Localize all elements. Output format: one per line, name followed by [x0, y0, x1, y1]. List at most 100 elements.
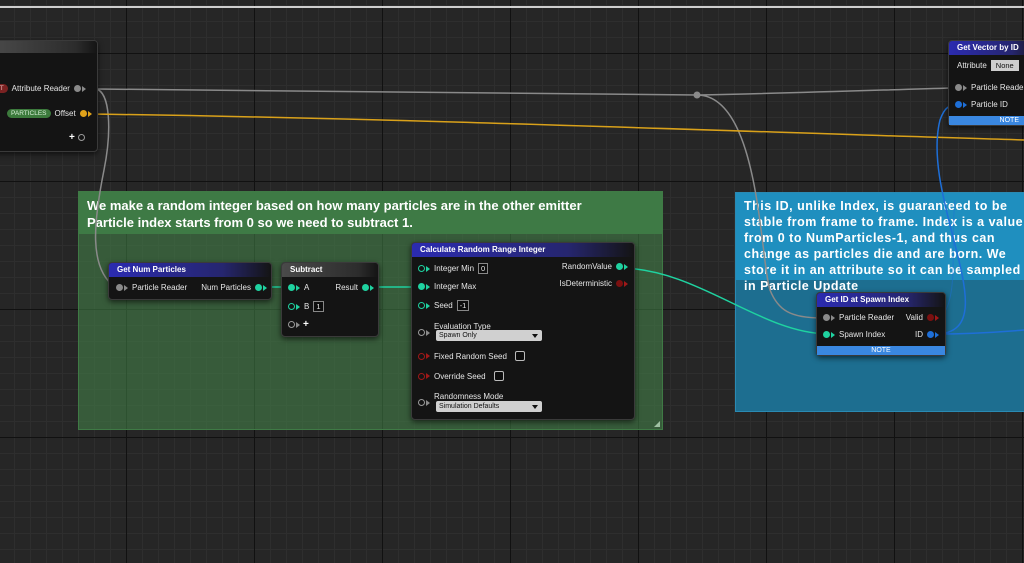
valid-pin[interactable]	[927, 314, 934, 321]
pin-seed: Seed -1	[418, 300, 470, 311]
pin-arrow-icon	[935, 331, 939, 338]
attribute-label: Attribute	[957, 61, 987, 70]
result-label: Result	[335, 283, 358, 292]
randomness-mode-dropdown[interactable]: Simulation Defaults	[436, 401, 542, 412]
pin-arrow-icon	[624, 263, 628, 270]
integer-max-pin[interactable]	[418, 283, 425, 290]
evaluation-type-value: Spawn Only	[439, 332, 477, 339]
spawn-index-pin[interactable]	[823, 331, 830, 338]
pin-arrow-icon	[296, 321, 300, 328]
seed-input[interactable]: -1	[456, 300, 470, 311]
fixed-random-seed-pin[interactable]	[418, 352, 425, 360]
randomness-mode-value: Simulation Defaults	[439, 403, 500, 410]
integer-min-pin[interactable]	[418, 265, 425, 272]
pin-result: Result	[331, 283, 374, 292]
pin-id: ID	[911, 330, 939, 339]
pin-arrow-icon	[87, 110, 92, 117]
note-bar[interactable]: NOTE	[949, 116, 1024, 125]
num-particles-pin[interactable]	[255, 284, 262, 291]
wire-attribute-reader-to-vector	[696, 87, 953, 96]
pin-arrow-icon	[426, 399, 430, 406]
node-get-num-particles[interactable]: Get Num Particles Particle Reader Num Pa…	[108, 262, 272, 300]
chevron-down-icon	[532, 334, 538, 338]
pin-row-attribute-reader: UT Attribute Reader	[0, 84, 86, 93]
pin-attribute: Attribute None	[957, 60, 1019, 71]
particle-reader-pin[interactable]	[955, 84, 962, 91]
pin-arrow-icon	[370, 284, 374, 291]
evaluation-type-dropdown[interactable]: Spawn Only	[436, 330, 542, 341]
pin-num-particles-out: Num Particles	[197, 283, 267, 292]
particle-id-label: Particle ID	[971, 100, 1008, 109]
is-deterministic-pin[interactable]	[616, 280, 623, 287]
node-title[interactable]: Calculate Random Range Integer	[412, 243, 634, 257]
override-seed-pin[interactable]	[418, 372, 425, 380]
add-pin-icon[interactable]: +	[69, 132, 75, 143]
seed-label: Seed	[434, 301, 453, 310]
add-pin[interactable]	[288, 321, 295, 328]
reroute-node	[693, 91, 701, 99]
pin-a: A	[288, 283, 313, 292]
namespace-badge: UT	[0, 84, 8, 93]
add-pin-icon[interactable]: +	[303, 319, 309, 330]
particle-id-pin[interactable]	[955, 101, 962, 108]
randomness-mode-pin[interactable]	[418, 399, 425, 406]
integer-min-input[interactable]: 0	[478, 263, 489, 274]
offset-pin[interactable]	[79, 110, 87, 117]
pin-fixed-random-seed: Fixed Random Seed	[418, 351, 525, 361]
chevron-down-icon	[532, 405, 538, 409]
attribute-value-input[interactable]: None	[990, 60, 1019, 71]
particle-reader-pin[interactable]	[116, 284, 123, 291]
pin-arrow-icon	[624, 280, 628, 287]
override-seed-checkbox[interactable]	[493, 371, 504, 381]
randomness-mode-label: Randomness Mode	[434, 392, 504, 401]
pin-integer-max: Integer Max	[418, 282, 480, 291]
node-get-vector-by-id[interactable]: Get Vector by ID Attribute None Particle…	[948, 40, 1024, 126]
a-pin[interactable]	[288, 284, 295, 291]
pin-arrow-icon	[831, 314, 835, 321]
integer-max-label: Integer Max	[434, 282, 477, 291]
node-title[interactable]: Get ID at Spawn Index	[817, 293, 945, 307]
pin-particle-id: Particle ID	[955, 100, 1012, 109]
node-title[interactable]: Get Num Particles	[109, 263, 271, 277]
node-calculate-random-range-integer[interactable]: Calculate Random Range Integer Integer M…	[411, 242, 635, 420]
note-bar[interactable]: NOTE	[817, 346, 945, 355]
pin-arrow-icon	[124, 284, 128, 291]
b-pin[interactable]	[288, 303, 295, 310]
node-title[interactable]: Get Vector by ID	[949, 41, 1024, 55]
wire-reader-to-num-particles	[94, 88, 116, 288]
add-pin[interactable]	[77, 134, 85, 141]
node-attribute-reader[interactable]: UT Attribute Reader PARTICLES Offset +	[0, 40, 98, 152]
attribute-reader-pin[interactable]	[73, 85, 81, 92]
particle-reader-pin[interactable]	[823, 314, 830, 321]
node-subtract[interactable]: Subtract A Result B 1 +	[281, 262, 379, 337]
result-pin[interactable]	[362, 284, 369, 291]
pin-arrow-icon	[426, 265, 430, 272]
pin-arrow-icon	[963, 84, 967, 91]
valid-label: Valid	[905, 313, 923, 322]
random-value-pin[interactable]	[616, 263, 623, 270]
b-value-input[interactable]: 1	[313, 301, 324, 312]
pin-arrow-icon	[296, 284, 300, 291]
node-header[interactable]	[0, 41, 97, 53]
node-title[interactable]: Subtract	[282, 263, 378, 277]
seed-pin[interactable]	[418, 302, 425, 309]
pin-override-seed: Override Seed	[418, 371, 504, 381]
fixed-random-seed-checkbox[interactable]	[514, 351, 525, 361]
particle-reader-label: Particle Reader	[132, 283, 188, 292]
pin-b: B 1	[288, 301, 324, 312]
offset-label: Offset	[54, 109, 76, 118]
pin-arrow-icon	[81, 85, 86, 92]
attribute-reader-label: Attribute Reader	[11, 84, 70, 93]
pin-arrow-icon	[426, 283, 430, 290]
particles-badge: PARTICLES	[7, 109, 51, 118]
wire-attribute-reader	[95, 88, 698, 96]
pin-is-deterministic: IsDeterministic	[556, 279, 628, 288]
particle-reader-label: Particle Reader	[971, 83, 1024, 92]
evaluation-type-pin[interactable]	[418, 329, 425, 336]
pin-arrow-icon	[263, 284, 267, 291]
id-pin[interactable]	[927, 331, 934, 338]
pin-arrow-icon	[963, 101, 967, 108]
pin-particle-reader-in: Particle Reader	[116, 283, 191, 292]
is-deterministic-label: IsDeterministic	[559, 279, 612, 288]
node-get-id-at-spawn-index[interactable]: Get ID at Spawn Index Particle Reader Va…	[816, 292, 946, 356]
